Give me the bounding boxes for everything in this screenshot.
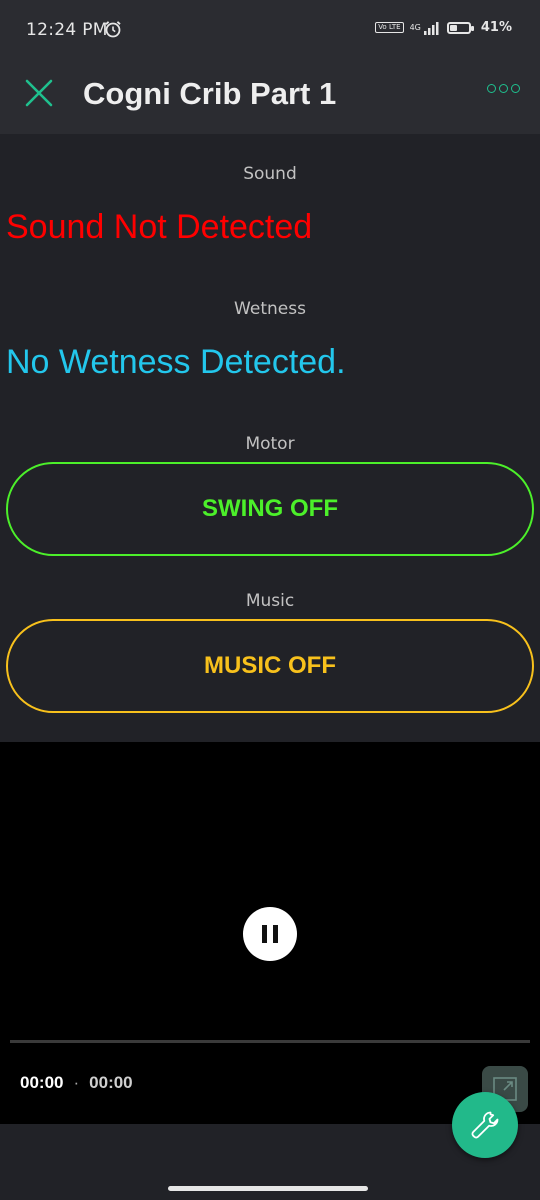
status-icons: Vo LTE 4G 41%	[375, 20, 512, 35]
video-progress-bar[interactable]	[10, 1040, 530, 1043]
page-title: Cogni Crib Part 1	[83, 76, 337, 111]
duration: 00:00	[89, 1073, 133, 1092]
volte-icon: Vo LTE	[375, 22, 404, 33]
close-icon[interactable]	[22, 76, 56, 110]
sound-label: Sound	[243, 164, 297, 184]
motor-label: Motor	[245, 434, 295, 454]
pause-icon-bar	[273, 925, 278, 943]
pause-button[interactable]	[243, 907, 297, 961]
status-bar: 12:24 PM Vo LTE 4G 41%	[0, 0, 540, 58]
battery-icon	[446, 21, 474, 34]
status-time: 12:24 PM	[26, 20, 108, 40]
swing-toggle-button[interactable]: SWING OFF	[6, 462, 534, 556]
signal-icon	[423, 21, 439, 35]
video-time-display: 00:00 · 00:00	[20, 1073, 133, 1093]
wetness-label: Wetness	[234, 299, 306, 319]
battery-percent: 41%	[480, 20, 512, 35]
sound-status: Sound Not Detected	[6, 208, 313, 246]
alarm-icon	[105, 21, 121, 38]
pause-icon-bar	[262, 925, 267, 943]
network-gen: 4G	[409, 23, 421, 32]
app-header: Cogni Crib Part 1	[0, 58, 540, 134]
time-separator: ·	[73, 1073, 80, 1092]
music-toggle-button[interactable]: MUSIC OFF	[6, 619, 534, 713]
home-indicator[interactable]	[168, 1186, 368, 1191]
wetness-status: No Wetness Detected.	[6, 343, 346, 381]
video-player[interactable]: 00:00 · 00:00	[0, 742, 540, 1124]
current-time: 00:00	[20, 1073, 64, 1092]
more-options-icon[interactable]	[487, 84, 520, 93]
music-label: Music	[245, 591, 295, 611]
wrench-icon[interactable]	[452, 1092, 518, 1158]
